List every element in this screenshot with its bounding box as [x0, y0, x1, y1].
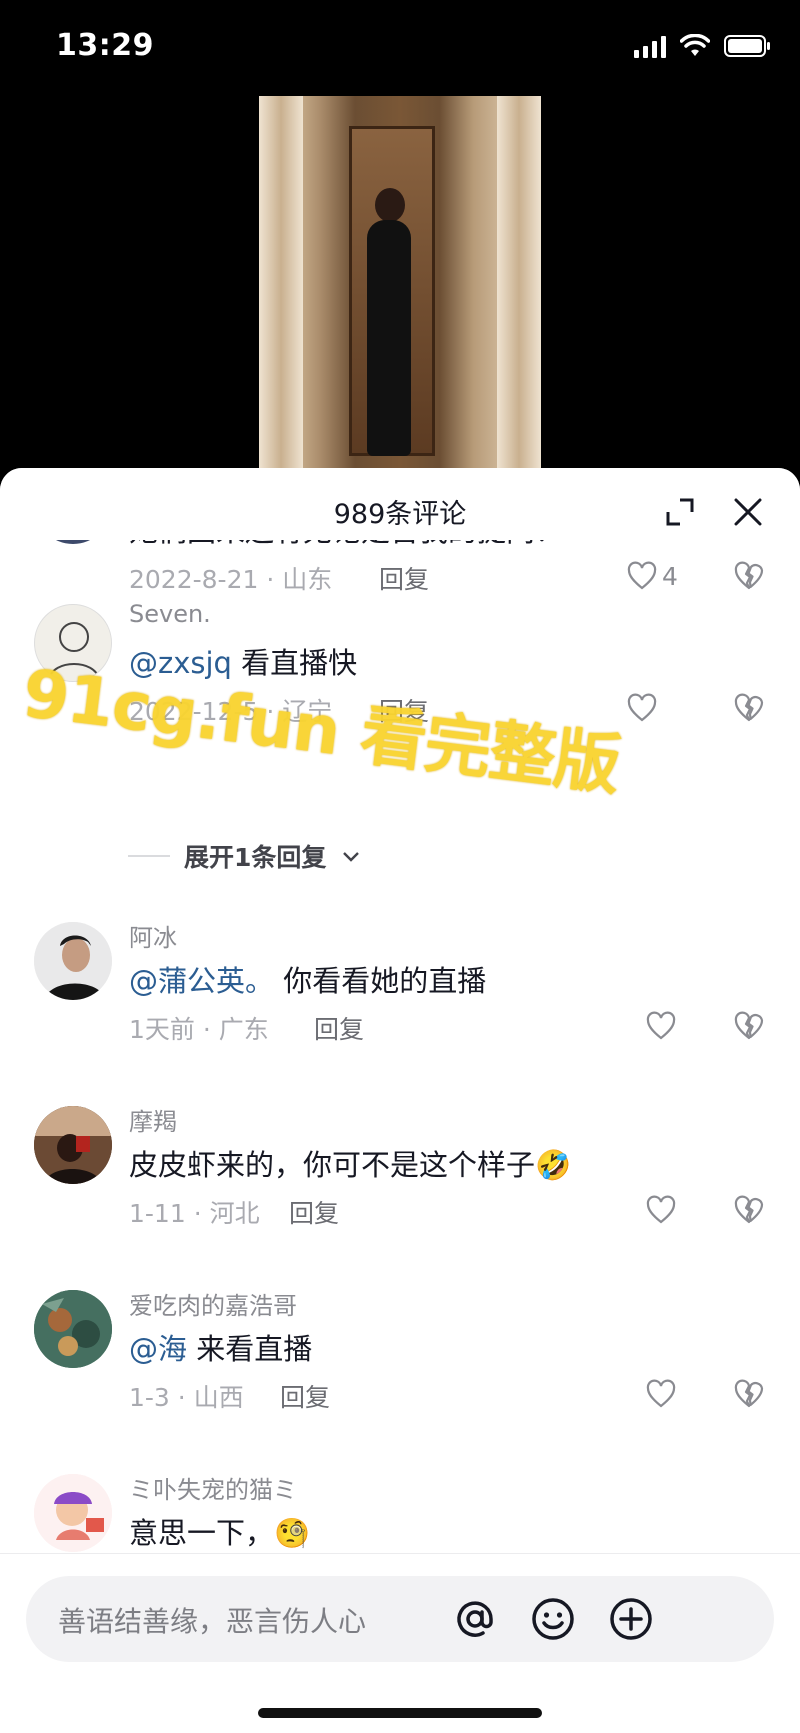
heart-icon[interactable] — [645, 1378, 677, 1410]
comment-body: 来看直播 — [187, 1332, 313, 1366]
broken-heart-icon[interactable] — [733, 560, 765, 592]
broken-heart-icon[interactable] — [733, 1010, 765, 1042]
comment-input[interactable]: 善语结善缘，恶言伤人心 — [26, 1576, 774, 1662]
status-bar: 13:29 — [0, 0, 800, 96]
broken-heart-icon[interactable] — [733, 1378, 765, 1410]
comment-author[interactable]: 摩羯 — [129, 1102, 177, 1137]
close-icon[interactable] — [728, 492, 768, 532]
signal-icon — [634, 34, 666, 58]
status-time: 13:29 — [56, 28, 154, 63]
like-count: 4 — [662, 562, 678, 591]
comment-date: 1天前 — [129, 1015, 195, 1044]
comment-text: 意思一下，🧐 — [129, 1510, 310, 1552]
emoji-icon[interactable] — [528, 1594, 578, 1644]
reply-button[interactable]: 回复 — [280, 1378, 330, 1414]
comment-meta: 1-3 · 山西 — [129, 1383, 244, 1412]
reply-button[interactable]: 回复 — [379, 560, 429, 596]
comment-meta: 2022-8-21 · 山东 — [129, 565, 333, 594]
comment-body: 皮皮虾来的，你可不是这个样子 — [129, 1148, 536, 1182]
video-figure-head — [375, 188, 405, 222]
video-figure-body — [367, 220, 411, 456]
heart-icon[interactable] — [626, 560, 658, 592]
avatar[interactable] — [34, 1290, 112, 1368]
avatar[interactable] — [34, 922, 112, 1000]
chevron-down-icon — [343, 852, 360, 862]
comment-body: 意思一下， — [129, 1516, 275, 1550]
heart-icon[interactable] — [626, 692, 658, 724]
comment-location: 河北 — [209, 1199, 260, 1228]
reply-button[interactable]: 回复 — [289, 1194, 339, 1230]
comment-date: 1-11 — [129, 1199, 186, 1228]
wifi-icon — [680, 34, 710, 56]
sheet-header: 989条评论 — [0, 468, 800, 540]
comment-text: 皮皮虾来的，你可不是这个样子🤣 — [129, 1142, 571, 1184]
comment-author[interactable]: 阿冰 — [129, 918, 177, 953]
comment-location: 广东 — [218, 1015, 269, 1044]
video-pillar-right — [497, 96, 541, 468]
comment-text: @海 来看直播 — [129, 1326, 312, 1368]
emoji-monocle-icon: 🧐 — [274, 1516, 311, 1550]
expand-replies-button[interactable]: 展开1条回复 — [128, 838, 362, 874]
comment-input-placeholder: 善语结善缘，恶言伤人心 — [58, 1605, 367, 1638]
comment-author[interactable]: 爱吃肉的嘉浩哥 — [129, 1286, 297, 1321]
emoji-rofl-icon: 🤣 — [535, 1148, 572, 1182]
at-icon[interactable] — [450, 1594, 500, 1644]
reply-button[interactable]: 回复 — [314, 1010, 364, 1046]
comment-location: 山东 — [282, 565, 333, 594]
mention-link[interactable]: @海 — [129, 1332, 187, 1366]
status-icons — [634, 34, 772, 58]
comment-date: 1-3 — [129, 1383, 170, 1412]
comment-meta: 1天前 · 广东 — [129, 1015, 269, 1044]
expand-icon[interactable] — [660, 492, 700, 532]
video-frame — [259, 96, 541, 468]
comment-date: 2022-8-21 — [129, 565, 259, 594]
comment-input-bar: 善语结善缘，恶言伤人心 — [0, 1553, 800, 1733]
broken-heart-icon[interactable] — [733, 1194, 765, 1226]
heart-icon[interactable] — [645, 1010, 677, 1042]
comment-author[interactable]: ミ卟失宠的猫ミ — [129, 1470, 297, 1505]
plus-icon[interactable] — [606, 1594, 656, 1644]
mention-link[interactable]: @蒲公英。 — [129, 964, 274, 998]
comment-location: 山西 — [193, 1383, 244, 1412]
comment-author[interactable]: Seven. — [129, 600, 211, 628]
video-pillar-left — [259, 96, 303, 468]
battery-icon — [724, 35, 770, 57]
avatar[interactable] — [34, 1106, 112, 1184]
comment-meta: 1-11 · 河北 — [129, 1199, 260, 1228]
expand-replies-label: 展开1条回复 — [184, 843, 327, 872]
comment-list[interactable]: 她们回来还有无论是否我的提问？ 2022-8-21 · 山东 回复 4 Seve… — [0, 468, 800, 1553]
avatar[interactable] — [34, 1474, 112, 1552]
heart-icon[interactable] — [645, 1194, 677, 1226]
divider — [128, 855, 170, 857]
broken-heart-icon[interactable] — [733, 692, 765, 724]
comment-text: @蒲公英。 你看看她的直播 — [129, 958, 486, 1000]
video-player[interactable] — [0, 96, 800, 468]
home-indicator[interactable] — [258, 1708, 542, 1718]
comment-body: 你看看她的直播 — [274, 964, 487, 998]
